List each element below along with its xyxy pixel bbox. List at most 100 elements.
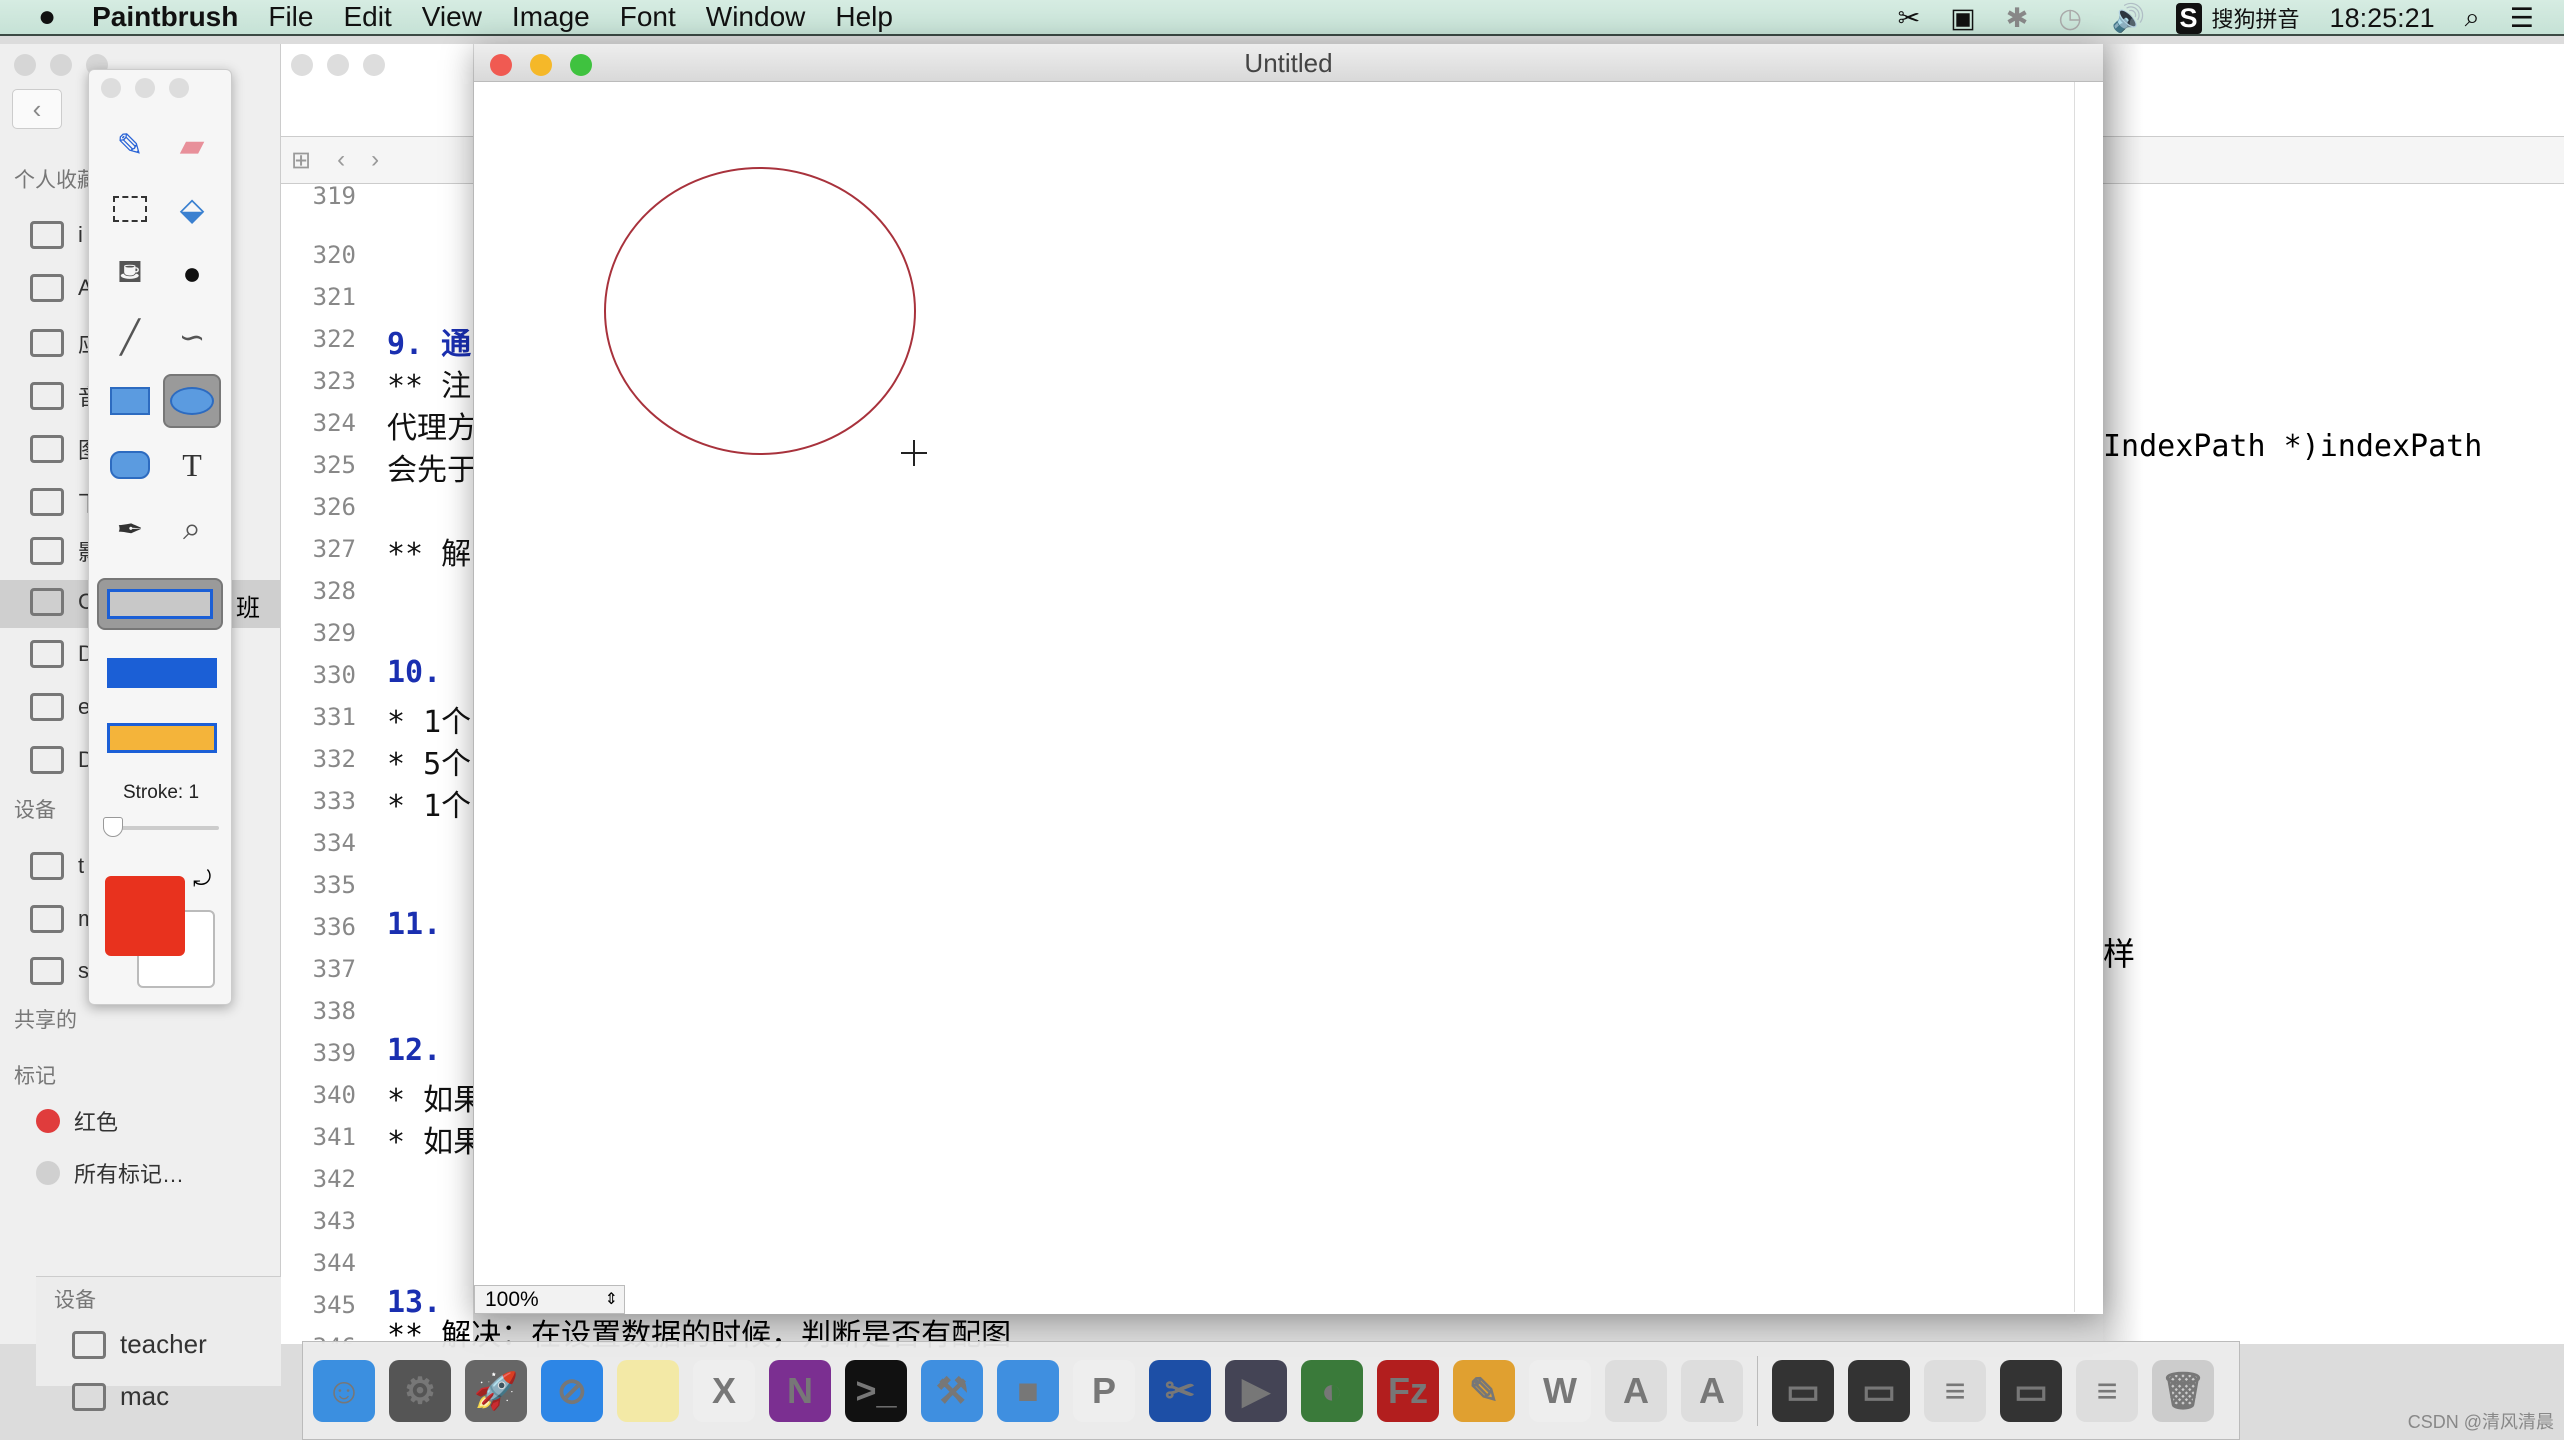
menu-view[interactable]: View — [422, 1, 482, 33]
volume-icon[interactable]: 🔊 — [2112, 2, 2146, 34]
dock-xcode-icon[interactable]: ⚒ — [921, 1359, 983, 1422]
dock-filezilla-icon[interactable]: Fz — [1377, 1359, 1439, 1422]
menu-edit[interactable]: Edit — [343, 1, 391, 33]
dock-movie-app-icon[interactable]: ▶ — [1225, 1359, 1287, 1422]
line-number: 328 — [312, 577, 356, 605]
zoom-button[interactable] — [570, 54, 592, 76]
dock-launchpad-icon[interactable]: 🚀 — [465, 1359, 527, 1422]
eyedropper-icon[interactable]: ✒ — [101, 502, 159, 556]
dock-doc-2-icon[interactable]: ≡ — [2076, 1359, 2138, 1422]
line-icon[interactable]: ╱ — [101, 310, 159, 364]
sidebar-device[interactable]: t — [30, 852, 84, 880]
apple-icon[interactable]: ● — [38, 0, 56, 34]
notification-list-icon[interactable]: ☰ — [2510, 3, 2534, 34]
rectangle-icon[interactable] — [101, 374, 159, 428]
swap-colors-icon[interactable]: ⤾ — [193, 866, 211, 892]
line-number: 332 — [312, 745, 356, 773]
fill-option-fill-and-stroke[interactable] — [107, 723, 217, 753]
nav-forward-icon[interactable]: › — [371, 146, 379, 174]
dock-remote-2-icon[interactable]: ▭ — [1848, 1359, 1910, 1422]
eraser-icon[interactable]: ▰ — [163, 118, 221, 172]
stroke-slider[interactable] — [103, 817, 219, 837]
sidebar-item[interactable]: i — [30, 221, 83, 249]
device-item[interactable]: mac — [72, 1381, 169, 1412]
sidebar-item[interactable]: D — [30, 746, 94, 774]
dock-glyph: ◐ — [1321, 1369, 1343, 1411]
text-icon[interactable]: T — [163, 438, 221, 492]
dock-finder-icon[interactable]: ☺ — [313, 1359, 375, 1422]
dock-glyph: ⚒ — [935, 1369, 969, 1411]
sidebar-tag[interactable]: 红色 — [36, 1105, 118, 1137]
menu-file[interactable]: File — [268, 1, 313, 33]
sidebar-device[interactable]: s — [30, 957, 89, 985]
line-number: 325 — [312, 451, 356, 479]
foreground-color-well[interactable] — [105, 876, 185, 956]
canvas[interactable] — [474, 82, 2074, 1282]
dock-doc-1-icon[interactable]: ≡ — [1924, 1359, 1986, 1422]
dock-notes-icon[interactable] — [617, 1359, 679, 1422]
spotlight-icon[interactable]: ⌕ — [2465, 2, 2480, 34]
input-method[interactable]: 搜狗拼音 — [2212, 2, 2300, 34]
time-machine-icon[interactable]: ◷ — [2058, 3, 2082, 34]
menu-image[interactable]: Image — [512, 1, 590, 33]
bluetooth-icon[interactable]: ✱ — [2006, 3, 2029, 34]
fill-option-stroke-only[interactable] — [97, 578, 223, 630]
scissors-icon[interactable]: ✂ — [1898, 3, 1921, 34]
rounded-rect-icon[interactable] — [101, 438, 159, 492]
dock-app-a-2-icon[interactable]: A — [1681, 1359, 1743, 1422]
menu-help[interactable]: Help — [835, 1, 893, 33]
zoom-value: 100% — [485, 1288, 539, 1311]
zoom-icon[interactable]: ⌕ — [163, 502, 221, 556]
title-bar[interactable]: Untitled — [474, 44, 2103, 82]
clock[interactable]: 18:25:21 — [2330, 3, 2435, 34]
close-button[interactable] — [490, 54, 512, 76]
sidebar-tag[interactable]: 所有标记… — [36, 1157, 184, 1189]
dock-remote-3-icon[interactable]: ▭ — [2000, 1359, 2062, 1422]
monitor-icon — [30, 852, 64, 880]
dock-trash-icon[interactable]: 🗑 — [2152, 1359, 2214, 1422]
fill-option-fill-only[interactable] — [107, 658, 217, 688]
dock-remote-1-icon[interactable]: ▭ — [1772, 1359, 1834, 1422]
line-number: 336 — [312, 913, 356, 941]
minimize-button[interactable] — [530, 54, 552, 76]
dock-terminal-icon[interactable]: >_ — [845, 1359, 907, 1422]
sidebar-item[interactable]: e — [30, 693, 90, 721]
dock-word-icon[interactable]: W — [1529, 1359, 1591, 1422]
dock-sketch-app-icon[interactable]: ✎ — [1453, 1359, 1515, 1422]
brush-icon[interactable]: ✎ — [101, 118, 159, 172]
sidebar-device[interactable]: m — [30, 905, 96, 933]
airdrop-icon — [30, 274, 64, 302]
dock-sequel-icon[interactable]: ◐ — [1301, 1359, 1363, 1422]
sidebar-item[interactable]: A — [30, 274, 93, 302]
dock-system-preferences-icon[interactable]: ⚙ — [389, 1359, 451, 1422]
dock-app-a-1-icon[interactable]: A — [1605, 1359, 1667, 1422]
dock-onenote-icon[interactable]: N — [769, 1359, 831, 1422]
bucket-select-icon[interactable]: ⬙ — [163, 182, 221, 236]
grid-icon[interactable]: ⊞ — [291, 146, 311, 175]
bomb-icon[interactable]: ● — [163, 246, 221, 300]
ellipse-icon[interactable] — [163, 374, 221, 428]
dock-folder-app-icon[interactable]: ■ — [997, 1359, 1059, 1422]
video-icon[interactable]: ▣ — [1950, 3, 1976, 34]
toolbox-panel: ✎ ▰ ⬙ ⛾ ● ╱ ∽ T ✒ ⌕ Stroke: 1 ⤾ — [88, 69, 232, 1005]
fill-bucket-icon[interactable]: ⛾ — [101, 246, 159, 300]
stroke-slider-thumb[interactable] — [103, 817, 123, 837]
device-item[interactable]: teacher — [72, 1329, 207, 1360]
menu-font[interactable]: Font — [620, 1, 676, 33]
sidebar-item[interactable]: C — [30, 588, 94, 616]
dock-safari-icon[interactable]: ⊘ — [541, 1359, 603, 1422]
stepper-icon[interactable]: ⇕ — [605, 1286, 618, 1313]
dock-snip-icon[interactable]: ✂ — [1149, 1359, 1211, 1422]
dock-excel-icon[interactable]: X — [693, 1359, 755, 1422]
back-button[interactable]: ‹ — [12, 89, 62, 129]
drive-icon — [30, 957, 64, 985]
nav-back-icon[interactable]: ‹ — [337, 146, 345, 174]
sogou-icon[interactable]: S — [2175, 2, 2202, 34]
disk-icon — [30, 905, 64, 933]
selection-icon[interactable] — [101, 182, 159, 236]
sidebar-item[interactable]: D — [30, 640, 94, 668]
menu-app-name[interactable]: Paintbrush — [92, 1, 238, 33]
menu-window[interactable]: Window — [706, 1, 806, 33]
dock-powerpoint-icon[interactable]: P — [1073, 1359, 1135, 1422]
curve-icon[interactable]: ∽ — [163, 310, 221, 364]
